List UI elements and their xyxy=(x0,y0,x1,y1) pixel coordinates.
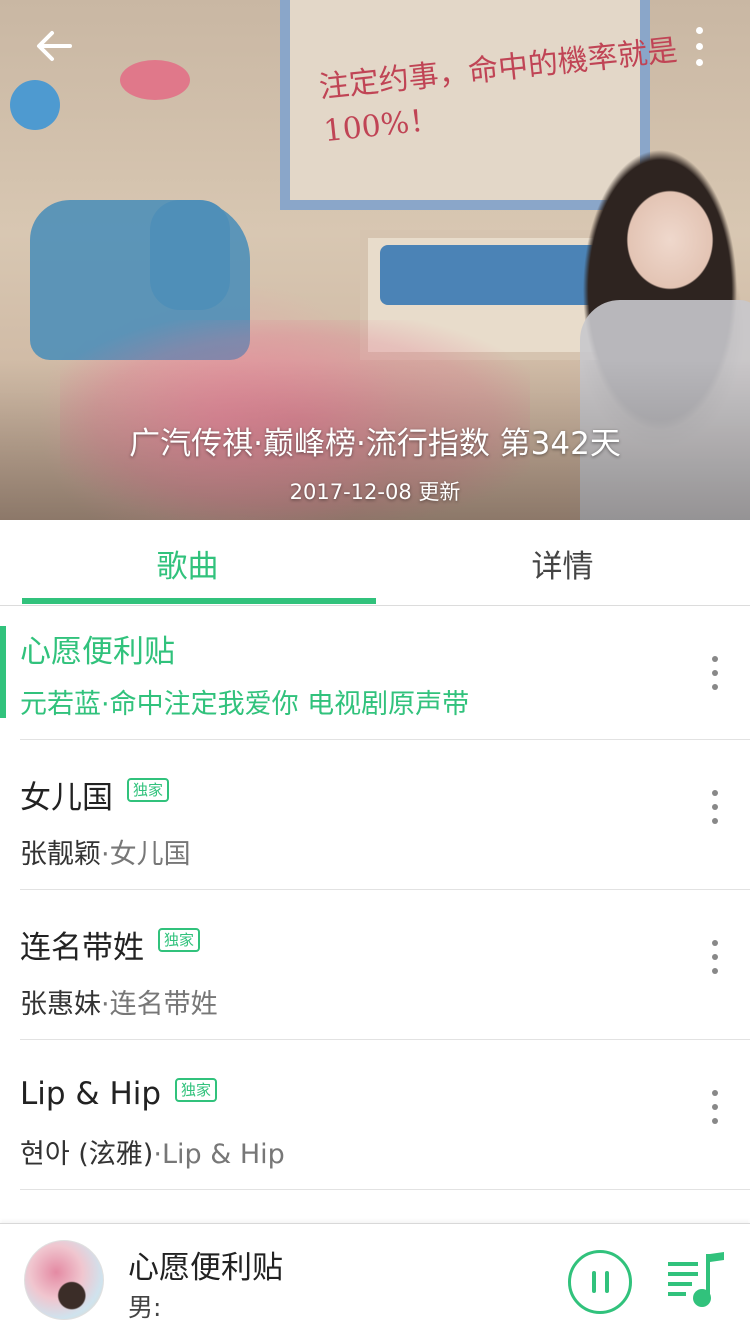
song-more-button[interactable] xyxy=(710,656,720,690)
back-button[interactable] xyxy=(30,22,78,70)
exclusive-badge: 独家 xyxy=(175,1078,218,1102)
song-row[interactable]: 连名带姓 独家 张惠妹·连名带姓 xyxy=(20,890,750,1040)
song-more-button[interactable] xyxy=(710,940,720,974)
chart-updated-date: 2017-12-08 更新 xyxy=(289,480,461,504)
pause-icon xyxy=(591,1271,596,1293)
exclusive-badge: 独家 xyxy=(158,928,201,952)
song-title: Lip & Hip xyxy=(20,1076,162,1112)
song-album: 命中注定我爱你 电视剧原声带 xyxy=(109,689,470,720)
chart-title: 广汽传祺·巅峰榜·流行指数 第342天 xyxy=(129,426,621,462)
song-artist-album: 현아 (泫雅)·Lip & Hip xyxy=(20,1139,285,1170)
song-artist-album: 张靓颖·女儿国 xyxy=(20,839,191,870)
playlist-icon xyxy=(668,1252,724,1307)
pause-button[interactable] xyxy=(568,1250,632,1314)
song-row[interactable]: 心愿便利贴 元若蓝·命中注定我爱你 电视剧原声带 xyxy=(0,606,750,740)
more-options-button[interactable] xyxy=(684,22,714,70)
album-cover-thumbnail[interactable] xyxy=(24,1240,104,1320)
song-row[interactable]: Lip & Hip 独家 현아 (泫雅)·Lip & Hip xyxy=(20,1040,750,1190)
cover-art-butterfly xyxy=(10,80,60,130)
cover-art-horse-head xyxy=(150,200,230,310)
cover-art-bird xyxy=(120,60,190,100)
song-more-button[interactable] xyxy=(710,790,720,824)
song-artist-album: 元若蓝·命中注定我爱你 电视剧原声带 xyxy=(20,689,470,720)
mini-player[interactable]: 心愿便利贴 男: xyxy=(0,1223,750,1334)
song-title: 连名带姓 xyxy=(20,929,144,966)
tab-details[interactable]: 详情 xyxy=(375,520,750,606)
more-vertical-icon xyxy=(712,790,718,796)
song-artist: 张靓颖 xyxy=(20,839,101,870)
tab-bar: 歌曲 详情 xyxy=(0,520,750,606)
song-artist: 张惠妹 xyxy=(20,989,101,1020)
more-vertical-icon xyxy=(712,656,718,662)
song-album: 连名带姓 xyxy=(109,989,218,1020)
song-title: 女儿国 xyxy=(20,779,113,816)
now-playing-title: 心愿便利贴 xyxy=(128,1250,283,1286)
back-arrow-icon xyxy=(37,31,72,61)
active-tab-indicator xyxy=(22,598,376,604)
now-playing-indicator xyxy=(0,626,6,718)
more-vertical-icon xyxy=(712,940,718,946)
now-playing-lyric: 男: xyxy=(128,1293,162,1322)
song-album: Lip & Hip xyxy=(161,1139,285,1170)
song-artist-album: 张惠妹·连名带姓 xyxy=(20,989,218,1020)
song-title: 心愿便利贴 xyxy=(20,633,175,670)
more-vertical-icon xyxy=(712,1090,718,1096)
tab-songs[interactable]: 歌曲 xyxy=(0,520,375,606)
song-album: 女儿国 xyxy=(109,839,191,870)
song-row[interactable]: 女儿国 独家 张靓颖·女儿国 xyxy=(20,740,750,890)
song-artist: 元若蓝 xyxy=(20,689,101,720)
song-artist: 현아 (泫雅) xyxy=(20,1139,154,1170)
more-vertical-icon xyxy=(695,26,703,34)
playlist-button[interactable] xyxy=(664,1250,728,1312)
exclusive-badge: 独家 xyxy=(127,778,170,802)
song-more-button[interactable] xyxy=(710,1090,720,1124)
song-list: 心愿便利贴 元若蓝·命中注定我爱你 电视剧原声带 女儿国 独家 张靓颖·女儿国 … xyxy=(0,606,750,1190)
